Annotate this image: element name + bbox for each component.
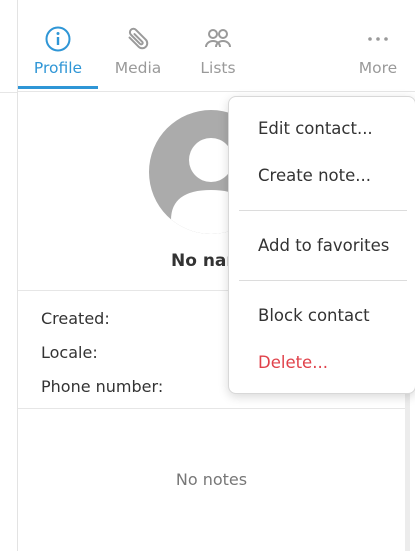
menu-item-add-to-favorites[interactable]: Add to favorites <box>258 236 389 255</box>
created-label: Created: <box>41 309 110 328</box>
phone-number-label: Phone number: <box>41 377 164 396</box>
tab-more[interactable]: More <box>338 24 415 84</box>
contact-name: No nar <box>171 251 235 271</box>
users-icon <box>203 24 233 54</box>
scroll-edge <box>405 392 410 551</box>
info-divider <box>18 408 405 409</box>
menu-item-edit-contact[interactable]: Edit contact... <box>258 119 373 138</box>
more-menu: Edit contact... Create note... Add to fa… <box>228 96 415 394</box>
tab-profile-label: Profile <box>33 59 83 77</box>
tab-bar: Profile Media Lists More <box>18 0 415 92</box>
tab-profile[interactable]: Profile <box>18 24 98 84</box>
notes-empty-text: No notes <box>175 470 248 489</box>
tab-lists[interactable]: Lists <box>178 24 258 84</box>
tab-media[interactable]: Media <box>98 24 178 84</box>
tab-lists-label: Lists <box>200 59 236 77</box>
tab-more-label: More <box>358 59 398 77</box>
menu-divider <box>239 210 407 211</box>
menu-item-block-contact[interactable]: Block contact <box>258 306 370 325</box>
left-divider <box>0 92 17 93</box>
info-circle-icon <box>43 24 73 54</box>
paperclip-icon <box>123 24 153 54</box>
tab-bar-divider <box>18 91 415 92</box>
contact-panel: Profile Media Lists More No nar Created:… <box>0 0 415 551</box>
menu-item-delete[interactable]: Delete... <box>258 353 328 372</box>
ellipsis-icon <box>363 24 393 54</box>
menu-divider <box>239 280 407 281</box>
locale-label: Locale: <box>41 343 98 362</box>
active-tab-indicator <box>18 86 98 89</box>
menu-item-create-note[interactable]: Create note... <box>258 166 371 185</box>
tab-media-label: Media <box>114 59 162 77</box>
